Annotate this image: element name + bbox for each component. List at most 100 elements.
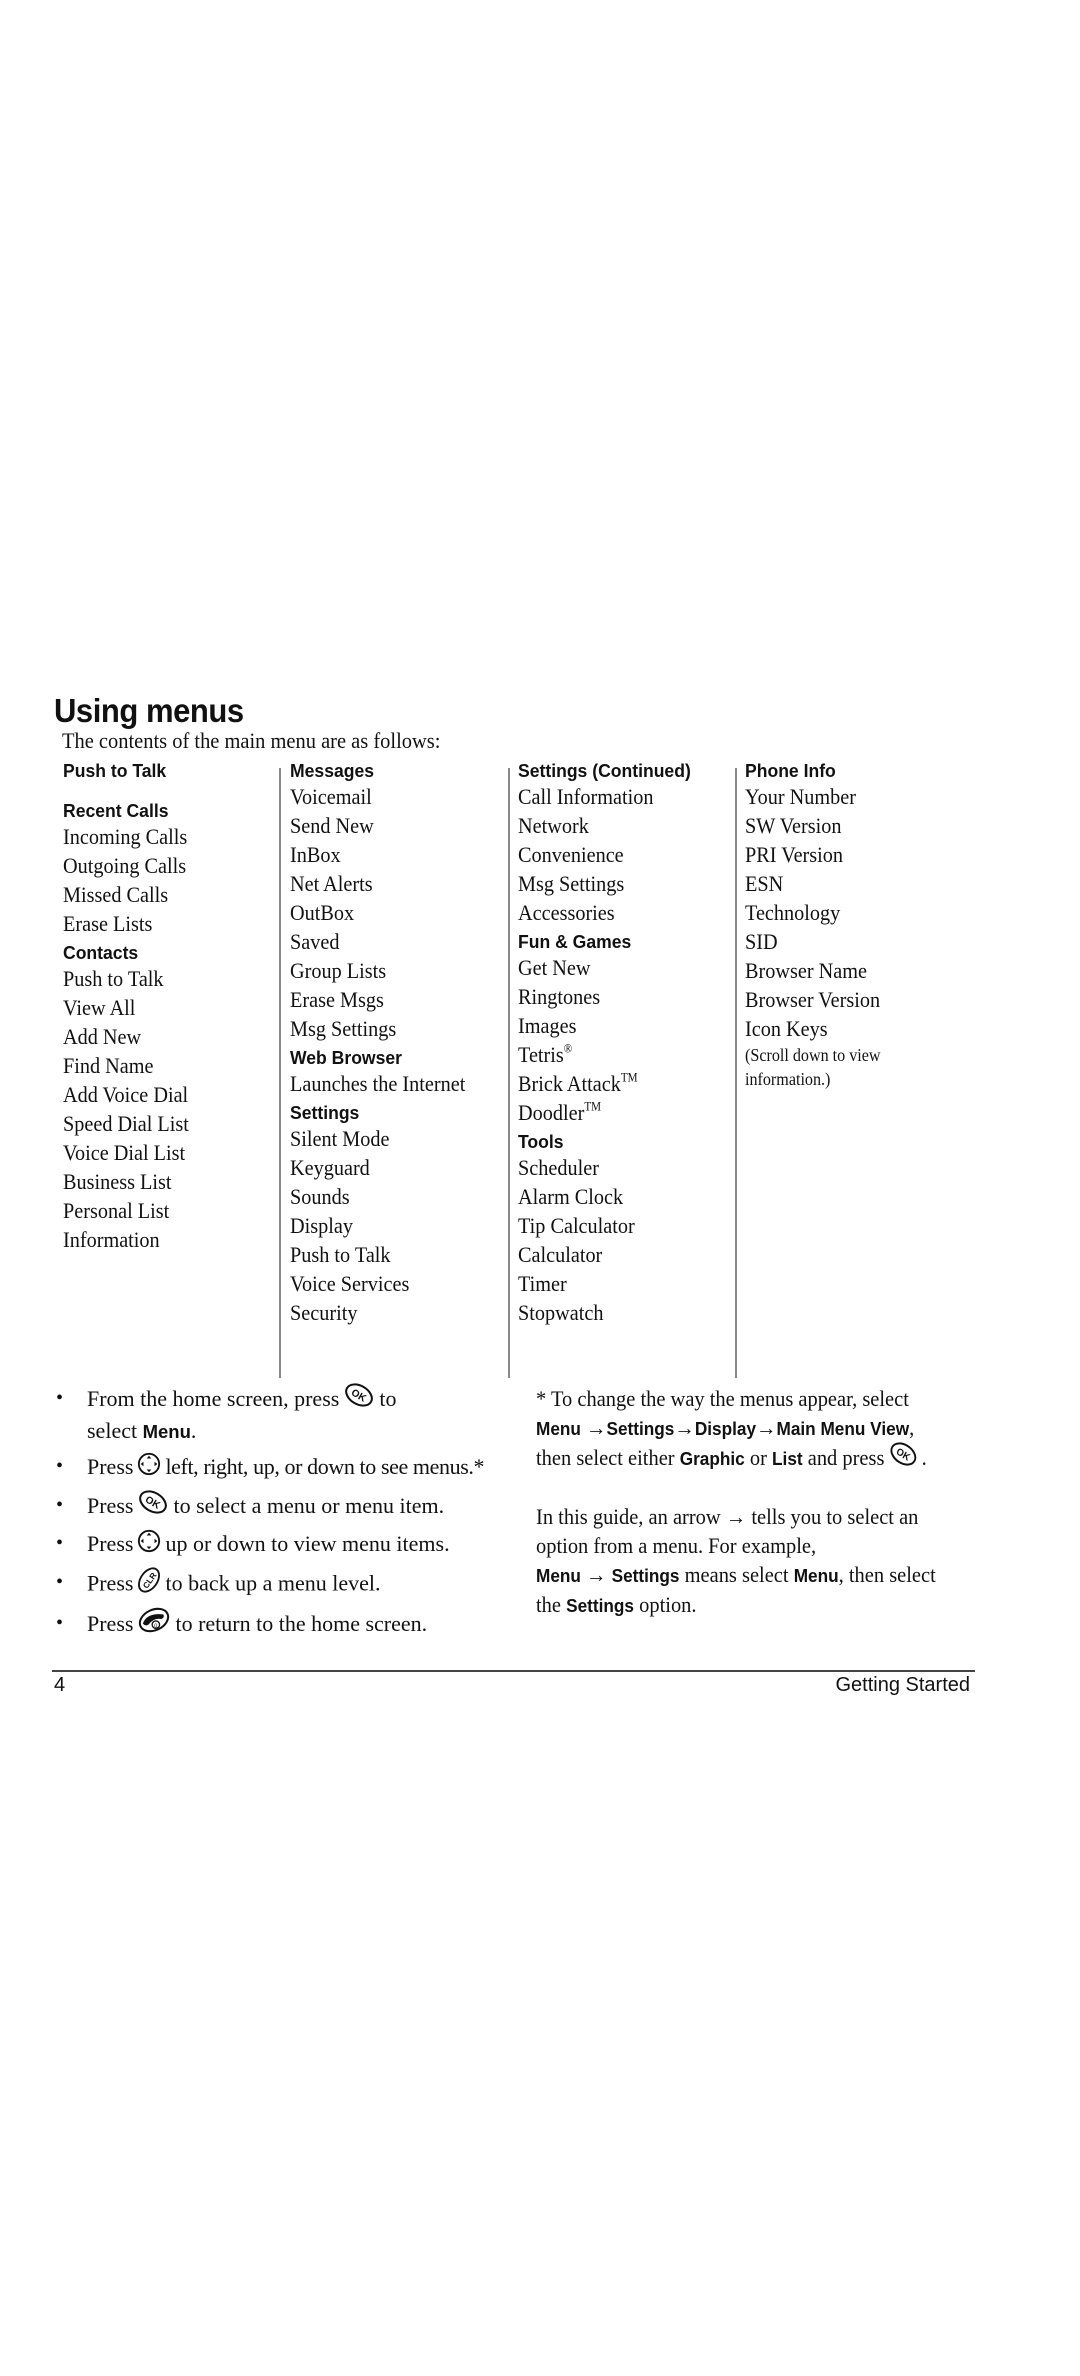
list-item: • Press to return to the home screen. <box>56 1609 496 1642</box>
arrow-convention-note: In this guide, an arrow → tells you to s… <box>536 1504 936 1617</box>
menu-column-1: Push to Talk Recent Calls Incoming Calls… <box>63 760 200 1254</box>
clr-key-icon <box>137 1566 161 1601</box>
trademark-mark: TM <box>620 1070 638 1085</box>
menu-heading: Fun & Games <box>518 931 632 952</box>
menu-heading: Messages <box>290 760 375 781</box>
menu-item: Convenience <box>518 842 624 867</box>
menu-heading: Web Browser <box>290 1047 402 1068</box>
menu-item: Brick AttackTM <box>518 1070 638 1096</box>
ok-key-icon <box>888 1442 918 1473</box>
menu-heading: Settings (Continued) <box>518 760 691 781</box>
menu-item: Launches the Internet <box>290 1071 466 1096</box>
ok-key-icon <box>343 1383 375 1414</box>
list-item: • Press up or down to view menu items. <box>56 1529 496 1561</box>
page-number: 4 <box>54 1674 66 1696</box>
menu-item: Personal List <box>63 1198 170 1223</box>
menu-item: PRI Version <box>745 842 844 867</box>
menu-heading: Recent Calls <box>63 800 169 821</box>
list-item: • Press to select a menu or menu item. <box>56 1491 496 1523</box>
section-name: Getting Started <box>835 1674 970 1696</box>
bullet: • <box>56 1570 64 1593</box>
menu-heading: Push to Talk <box>63 760 167 781</box>
column-divider <box>508 768 510 1378</box>
menu-item: Voice Services <box>290 1271 410 1296</box>
menu-item: Speed Dial List <box>63 1111 189 1136</box>
menu-item: SID <box>745 929 778 954</box>
menu-item: Sounds <box>290 1184 350 1209</box>
menu-item: Missed Calls <box>63 882 169 907</box>
menu-item: Group Lists <box>290 958 387 983</box>
bullet: • <box>56 1455 64 1478</box>
menu-item: Icon Keys <box>745 1016 828 1041</box>
menu-item: View All <box>63 995 136 1020</box>
menu-item: Erase Msgs <box>290 987 384 1012</box>
menu-item: Voicemail <box>290 784 372 809</box>
menu-item: Outgoing Calls <box>63 853 187 878</box>
menu-item: Push to Talk <box>290 1242 391 1267</box>
menu-item: Add New <box>63 1024 142 1049</box>
menu-view-note: * To change the way the menus appear, se… <box>536 1384 996 1475</box>
menu-column-2: Messages Voicemail Send New InBox Net Al… <box>290 760 481 1327</box>
bullet: • <box>56 1611 64 1634</box>
menu-item: Push to Talk <box>63 966 164 991</box>
menu-item: Tip Calculator <box>518 1213 635 1238</box>
menu-heading: Contacts <box>63 942 139 963</box>
menu-item: Msg Settings <box>518 871 625 896</box>
menu-item: Images <box>518 1013 577 1038</box>
list-item: • Press to back up a menu level. <box>56 1568 496 1603</box>
trademark-mark: TM <box>584 1099 602 1114</box>
menu-item: Network <box>518 813 589 838</box>
bullet: • <box>56 1493 64 1516</box>
list-item: • From the home screen, press to select M… <box>56 1384 496 1446</box>
menu-column-3: Settings (Continued) Call Information Ne… <box>518 760 700 1327</box>
column-divider <box>279 768 281 1378</box>
instruction-list: • From the home screen, press to select M… <box>56 1384 496 1648</box>
end-key-icon <box>137 1607 171 1640</box>
menu-item: Call Information <box>518 784 654 809</box>
menu-item: Ringtones <box>518 984 601 1009</box>
registered-mark: ® <box>563 1041 573 1056</box>
menu-item: ESN <box>745 871 784 896</box>
menu-item: Incoming Calls <box>63 824 188 849</box>
bullet: • <box>56 1387 64 1409</box>
menu-note: (Scroll down to view <box>745 1045 881 1065</box>
menu-item: Alarm Clock <box>518 1184 624 1209</box>
menu-item: Find Name <box>63 1053 154 1078</box>
menu-item: Voice Dial List <box>63 1140 186 1165</box>
menu-heading: Phone Info <box>745 760 836 781</box>
menu-note: information.) <box>745 1069 831 1089</box>
menu-item: Erase Lists <box>63 911 153 936</box>
menu-heading: Settings <box>290 1102 360 1123</box>
menu-item: Msg Settings <box>290 1016 397 1041</box>
intro-text: The contents of the main menu are as fol… <box>62 728 441 753</box>
menu-item: Tetris® <box>518 1041 573 1067</box>
menu-column-4: Phone Info Your Number SW Version PRI Ve… <box>745 760 892 1091</box>
menu-item: InBox <box>290 842 341 867</box>
page-title: Using menus <box>54 692 244 729</box>
ok-key-icon <box>137 1490 169 1521</box>
menu-item: Business List <box>63 1169 172 1194</box>
menu-item: Accessories <box>518 900 615 925</box>
menu-item: Security <box>290 1300 358 1325</box>
column-divider <box>735 768 737 1378</box>
nav-key-icon <box>137 1529 161 1560</box>
menu-heading: Tools <box>518 1131 564 1152</box>
menu-item: Net Alerts <box>290 871 373 896</box>
menu-item: Information <box>63 1227 160 1252</box>
list-item: • Press left, right, up, or down to see m… <box>56 1452 496 1484</box>
menu-item: Browser Version <box>745 987 881 1012</box>
menu-item: Stopwatch <box>518 1300 604 1325</box>
menu-item: Technology <box>745 900 841 925</box>
menu-item: Saved <box>290 929 340 954</box>
menu-item: Get New <box>518 955 591 980</box>
menu-item: Your Number <box>745 784 856 809</box>
menu-item: Display <box>290 1213 353 1238</box>
menu-item: Keyguard <box>290 1155 370 1180</box>
bullet: • <box>56 1532 64 1555</box>
footer-rule <box>52 1670 975 1672</box>
menu-item: Browser Name <box>745 958 867 983</box>
menu-item: OutBox <box>290 900 355 925</box>
menu-item: DoodlerTM <box>518 1099 602 1125</box>
menu-item: Calculator <box>518 1242 603 1267</box>
menu-path: Menu →Settings→Display→Main Menu View, <box>536 1415 915 1440</box>
